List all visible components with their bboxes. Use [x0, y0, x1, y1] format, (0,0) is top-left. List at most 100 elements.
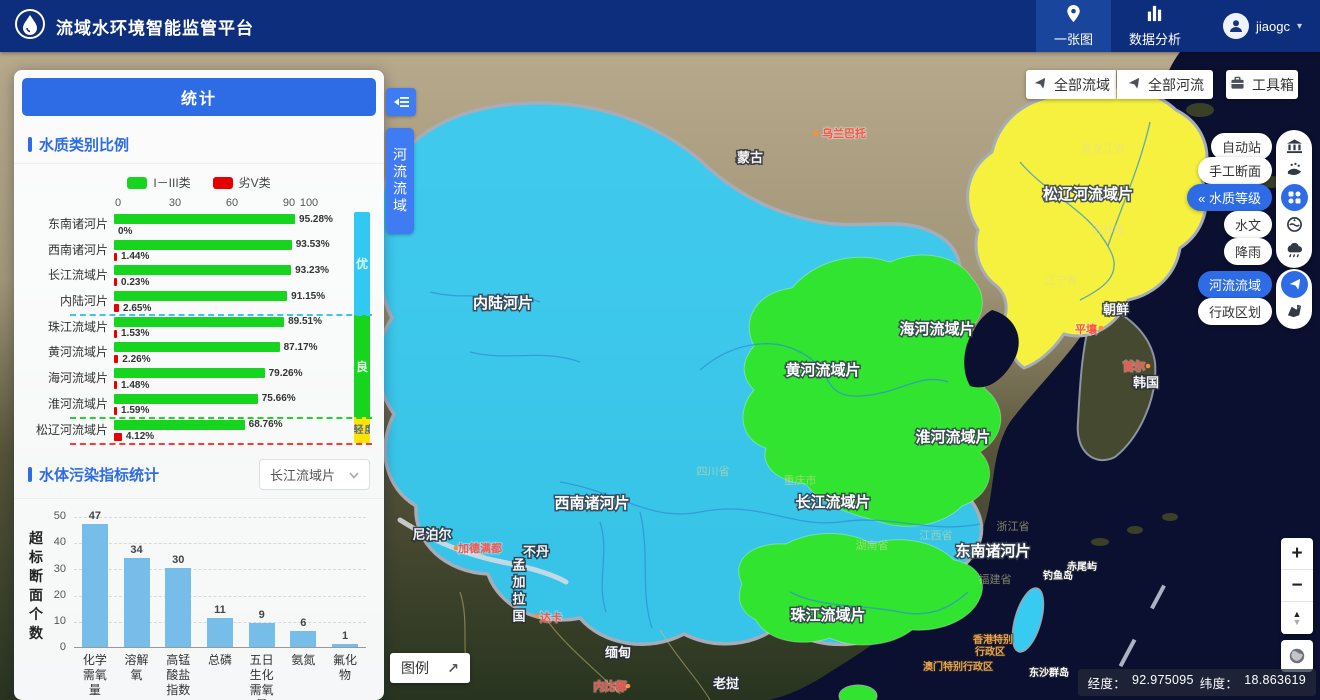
- basin-select-value: 长江流域片: [270, 465, 335, 484]
- title-accent-bar: [28, 467, 32, 482]
- category-label: 化学需氧量: [82, 653, 108, 700]
- admin-division-button[interactable]: 行政区划: [1198, 298, 1272, 325]
- basin-name: 松辽河流域片: [26, 418, 114, 444]
- bar: [249, 623, 275, 647]
- bad-bar: [114, 278, 117, 286]
- map-province-label: 黑龙江省: [1081, 142, 1125, 155]
- nav-item-data-analysis[interactable]: 数据分析: [1111, 0, 1199, 52]
- basin-name: 淮河流域片: [26, 392, 114, 418]
- user-menu[interactable]: jiaogc ▾: [1199, 0, 1320, 52]
- map-province-label: 福建省: [979, 572, 1012, 586]
- map-city-label: 平壤: [1075, 322, 1098, 336]
- map-basin-label: 内陆河片: [473, 294, 533, 312]
- legend-label: 劣V类: [239, 174, 271, 191]
- grid-dots-icon[interactable]: [1281, 184, 1308, 211]
- water-gauge-icon[interactable]: [1281, 211, 1308, 238]
- good-value: 68.76%: [249, 419, 283, 430]
- tool-row-manual-section: 手工断面: [1198, 156, 1308, 184]
- bar: [165, 568, 191, 647]
- title-accent-bar: [28, 137, 32, 152]
- river-basin-side-tab[interactable]: 河流流域: [386, 128, 414, 234]
- tool-row-hydrology: 水文: [1224, 210, 1308, 238]
- globe-view-button[interactable]: [1281, 640, 1313, 672]
- good-bar: [114, 394, 258, 404]
- map-basin-label: 松辽河流域片: [1043, 185, 1133, 203]
- bar-value: 34: [130, 544, 142, 556]
- category-label: 氨氮: [290, 653, 316, 700]
- nav-item-label: 一张图: [1054, 29, 1093, 48]
- all-basins-button[interactable]: 全部流域: [1026, 70, 1116, 99]
- rainfall-button[interactable]: 降雨: [1224, 238, 1272, 265]
- river-bend-icon[interactable]: [1281, 271, 1308, 298]
- map-basin-label: 海河流域片: [899, 320, 974, 338]
- button-label: 工具箱: [1252, 75, 1294, 95]
- grade-excellent: 优: [354, 212, 370, 315]
- rain-cloud-icon[interactable]: [1281, 238, 1308, 265]
- basin-select[interactable]: 长江流域片: [259, 459, 370, 490]
- quality-row: 海河流域片79.26%1.48%: [26, 366, 372, 392]
- bad-value: 2.65%: [123, 303, 151, 314]
- tool-row-admin-division: 行政区划: [1198, 297, 1308, 325]
- tilt-control-button[interactable]: ▲▼: [1281, 602, 1313, 634]
- good-bar: [114, 291, 287, 301]
- bad-value: 2.26%: [122, 354, 150, 365]
- grade-light: 轻度: [354, 417, 370, 443]
- chevron-down-icon: ▾: [1297, 21, 1302, 32]
- section-title: 水体污染指标统计: [39, 464, 159, 485]
- good-value: 93.53%: [296, 239, 330, 250]
- quality-legend: I－III类 劣V类: [14, 164, 384, 195]
- bad-value: 1.59%: [121, 405, 149, 416]
- region-map-icon[interactable]: [1281, 298, 1308, 325]
- bad-bar: [114, 355, 118, 363]
- map-country-label: 不丹: [523, 544, 549, 559]
- quality-row: 珠江流域片89.51%1.53%: [26, 315, 372, 341]
- zoom-out-button[interactable]: −: [1281, 570, 1313, 602]
- manual-section-button[interactable]: 手工断面: [1198, 157, 1272, 184]
- red-swatch-icon: [213, 177, 233, 189]
- chevron-down-icon: [349, 467, 359, 482]
- good-bar: [114, 368, 265, 378]
- latitude-label: 纬度：: [1200, 673, 1238, 692]
- quality-row: 松辽河流域片68.76%4.12%: [26, 418, 372, 444]
- button-label: 全部流域: [1054, 75, 1110, 95]
- basin-name: 海河流域片: [26, 366, 114, 392]
- app-root: 黑龙江省 吉林省 辽宁省 四川省 重庆市 湖南省 江西省 浙江省 福建省 内陆河…: [0, 0, 1320, 700]
- map-city-label: 乌兰巴托: [822, 126, 866, 140]
- panel-collapse-button[interactable]: [386, 88, 416, 116]
- good-bar: [114, 214, 295, 224]
- good-bar: [114, 240, 292, 250]
- all-rivers-button[interactable]: 全部河流: [1117, 70, 1213, 99]
- basin-name: 珠江流域片: [26, 315, 114, 341]
- good-value: 75.66%: [262, 393, 296, 404]
- pollution-bar-chart: 超标断面个数 50 40 30 20 10 0 47 34 30 11 9 6 …: [16, 503, 376, 700]
- bad-bar: [114, 304, 119, 312]
- zoom-in-button[interactable]: +: [1281, 538, 1313, 570]
- bad-value: 1.44%: [121, 251, 149, 262]
- category-label: 氟化物: [332, 653, 358, 700]
- latitude-value: 18.863619: [1244, 673, 1306, 692]
- pollution-bar-column: 47: [75, 510, 115, 647]
- map-admin-label: 行政区: [974, 645, 1005, 658]
- hand-water-icon[interactable]: [1281, 157, 1308, 184]
- map-province-label: 重庆市: [784, 473, 817, 487]
- quality-section-header: 水质类别比例: [14, 124, 384, 164]
- hydrology-button[interactable]: 水文: [1224, 211, 1272, 238]
- map-basin-label: 淮河流域片: [915, 428, 990, 446]
- bar: [124, 558, 150, 647]
- water-quality-grade-button[interactable]: « 水质等级: [1187, 184, 1272, 211]
- legend-item-good: I－III类: [127, 174, 190, 191]
- statistics-tab[interactable]: 统计: [22, 78, 376, 116]
- bar-value: 47: [89, 510, 101, 522]
- map-legend-button[interactable]: 图例 ↗: [390, 653, 470, 683]
- quality-row: 淮河流域片 75.66% 1.59%: [26, 392, 372, 418]
- good-bar: [114, 420, 245, 430]
- y-tick: 20: [42, 589, 66, 601]
- bar-value: 9: [259, 609, 265, 621]
- nav-item-one-map[interactable]: 一张图: [1036, 0, 1111, 52]
- pollution-bar-column: 34: [117, 544, 157, 647]
- quality-row: 黄河流域片87.17%2.26%: [26, 340, 372, 366]
- bar: [290, 631, 316, 647]
- toolbox-button[interactable]: 工具箱: [1226, 70, 1298, 99]
- river-basin-layer-button[interactable]: 河流流域: [1198, 271, 1272, 298]
- map-island-label: 钓鱼岛: [1043, 569, 1073, 582]
